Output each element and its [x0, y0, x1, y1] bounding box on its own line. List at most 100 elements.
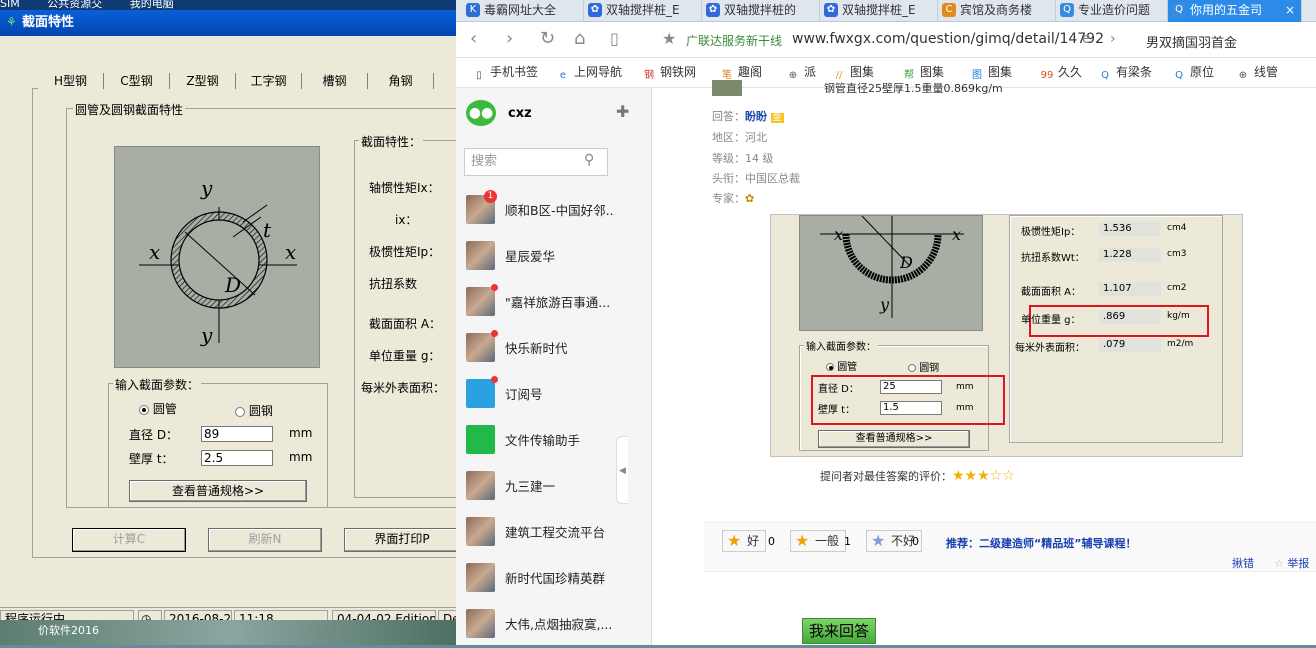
error-link[interactable]: 揪错	[1232, 555, 1254, 571]
ie-mode-icon[interactable]: e	[1082, 28, 1091, 50]
reload-icon[interactable]: ↻	[540, 28, 555, 50]
bookmark-item[interactable]: e 上网导航	[556, 64, 622, 83]
close-tab-icon[interactable]: ×	[1285, 0, 1295, 20]
thickness-input[interactable]: 2.5	[201, 450, 273, 466]
bookmark-item[interactable]: ▯ 手机书签	[472, 64, 538, 83]
unread-badge	[491, 284, 498, 291]
home-icon[interactable]: ⌂	[574, 28, 585, 50]
browser-tab[interactable]: ✿ 双轴搅拌桩_E	[584, 0, 702, 22]
tab-z-steel[interactable]: Z型钢	[170, 73, 236, 89]
chat-list-item[interactable]: 建筑工程交流平台	[456, 510, 652, 556]
responder-name[interactable]: 盼盼	[745, 110, 767, 123]
bookmark-icon: e	[559, 70, 567, 81]
bookmark-item[interactable]: 钢钢铁网	[642, 64, 696, 83]
props-title: 截面特性：	[359, 133, 424, 150]
bookmark-item[interactable]: ⊕ 线管	[1236, 64, 1278, 83]
tab-channel[interactable]: 槽钢	[302, 73, 368, 89]
prop-weight-label: 单位重量 g：	[369, 349, 441, 363]
vote-count: 0	[912, 535, 919, 548]
vote-button[interactable]: ★ 好	[722, 530, 767, 552]
browser-tab-label: 双轴搅拌桩_E	[842, 3, 916, 17]
wechat-logo-icon: ●●	[466, 100, 496, 126]
new-chat-icon[interactable]: ✚	[616, 102, 629, 121]
menu-my-computer[interactable]: 我的电脑	[130, 0, 174, 10]
wechat-header: ●● cxz ✚	[456, 88, 652, 140]
radio-pipe-control[interactable]	[139, 404, 149, 415]
menu-resources[interactable]: 公共资源交	[47, 0, 102, 10]
chat-list-item[interactable]: 九三建一	[456, 464, 652, 510]
bookmark-item[interactable]: Q 有梁条	[1098, 64, 1152, 83]
tab-h-steel[interactable]: H型钢	[38, 73, 104, 89]
chat-name: 顺和B区-中国好邻...	[505, 203, 615, 218]
forward-icon[interactable]: ›	[506, 28, 513, 50]
vote-button[interactable]: ★ 一般	[790, 530, 847, 552]
bookmark-item[interactable]: ⊕ 派	[786, 64, 816, 83]
chat-name: 星辰爱华	[505, 249, 556, 264]
tab-favicon-icon: K	[466, 3, 480, 17]
radio-bar-control[interactable]	[235, 406, 245, 417]
calc-button[interactable]: 计算C	[72, 528, 186, 552]
tab-angle[interactable]: 角钢	[368, 73, 434, 89]
chat-list-item[interactable]: "嘉祥旅游百事通...	[456, 280, 652, 326]
answer-top-text: 钢管直径25壁厚1.5重量0.869kg/m	[824, 82, 1003, 95]
browser-tab[interactable]: C 宾馆及商务楼	[938, 0, 1056, 22]
y-bottom-label: y	[200, 323, 213, 347]
bookmark-icon: Q	[1101, 70, 1109, 81]
shot-y: y	[879, 295, 890, 314]
chat-list-item[interactable]: 新时代国珍精英群	[456, 556, 652, 602]
chat-list-item[interactable]: 快乐新时代	[456, 326, 652, 372]
prop-surface-label: 每米外表面积：	[361, 381, 446, 395]
tab-favicon-icon: Q	[1060, 3, 1074, 17]
spec-button[interactable]: 查看普通规格>>	[129, 480, 307, 502]
vote-star-icon: ★	[727, 531, 742, 550]
desktop-menubar: SIM 公共资源交 我的电脑	[0, 0, 460, 10]
browser-tab-label: 宾馆及商务楼	[960, 3, 1033, 17]
shot-prop-unit: cm4	[1167, 223, 1187, 233]
diameter-input[interactable]: 89	[201, 426, 273, 442]
ad-text[interactable]: 广联达服务新干线	[686, 32, 782, 49]
shot-radio-bar: 圆钢	[908, 359, 939, 374]
star-icon[interactable]: ★	[662, 28, 676, 50]
answer-button[interactable]: 我来回答	[802, 618, 876, 644]
bookmark-icon: ⊕	[788, 70, 798, 81]
bookmark-item[interactable]: 99 久久	[1040, 64, 1082, 83]
report-link[interactable]: ☆ 举报	[1274, 555, 1309, 571]
radio-pipe[interactable]: 圆管	[139, 400, 177, 417]
radio-bar[interactable]: 圆钢	[235, 402, 273, 419]
tab-i-beam[interactable]: 工字钢	[236, 73, 302, 89]
recommend-link[interactable]: 推荐：二级建造师“精品班”辅导课程！	[946, 535, 1136, 551]
prop-ix-label: 轴惯性矩Ix：	[369, 181, 440, 195]
chat-list-item[interactable]: 顺和B区-中国好邻... 1	[456, 188, 652, 234]
tab-favicon-icon: Q	[1172, 3, 1186, 17]
window-titlebar[interactable]: ⚘ 截面特性	[0, 10, 460, 36]
chevron-right-icon[interactable]: ›	[1110, 28, 1116, 50]
chat-list-item[interactable]: 订阅号	[456, 372, 652, 418]
refresh-button[interactable]: 刷新N	[208, 528, 322, 552]
back-icon[interactable]: ‹	[470, 28, 477, 50]
browser-tab-label: 专业造价问题	[1078, 3, 1151, 17]
chat-list-item[interactable]: 大伟,点烟抽寂寞,...	[456, 602, 652, 648]
chat-avatar	[466, 517, 495, 546]
menu-sim[interactable]: SIM	[0, 0, 20, 10]
browser-tab[interactable]: Q 你用的五金司 ×	[1168, 0, 1302, 22]
print-button[interactable]: 界面打印P	[344, 528, 460, 552]
address-bar[interactable]: www.fwxgx.com/question/gimq/detail/14792	[792, 31, 1104, 47]
chat-list-item[interactable]: 星辰爱华	[456, 234, 652, 280]
title-label: 头衔：	[712, 172, 745, 185]
bookmark-item[interactable]: Q 原位	[1172, 64, 1214, 83]
radio-bar-label: 圆钢	[248, 404, 273, 418]
reader-icon[interactable]: ▯	[610, 28, 619, 50]
vote-label: 一般	[815, 534, 840, 548]
shot-prop-unit: cm2	[1167, 283, 1187, 293]
shot-prop-value: 1.107	[1099, 282, 1161, 296]
browser-tab[interactable]: ✿ 双轴搅拌桩的	[702, 0, 820, 22]
bookmark-label: 久久	[1058, 65, 1083, 79]
chat-list-item[interactable]: 文件传输助手	[456, 418, 652, 464]
browser-tab[interactable]: ✿ 双轴搅拌桩_E	[820, 0, 938, 22]
region-value: 河北	[745, 131, 767, 144]
browser-tab[interactable]: K 毒霸网址大全	[462, 0, 584, 22]
tab-c-steel[interactable]: C型钢	[104, 73, 170, 89]
search-hint[interactable]: 男双摘国羽首金	[1146, 32, 1237, 51]
browser-tab[interactable]: Q 专业造价问题	[1056, 0, 1168, 22]
chat-avatar	[466, 609, 495, 638]
